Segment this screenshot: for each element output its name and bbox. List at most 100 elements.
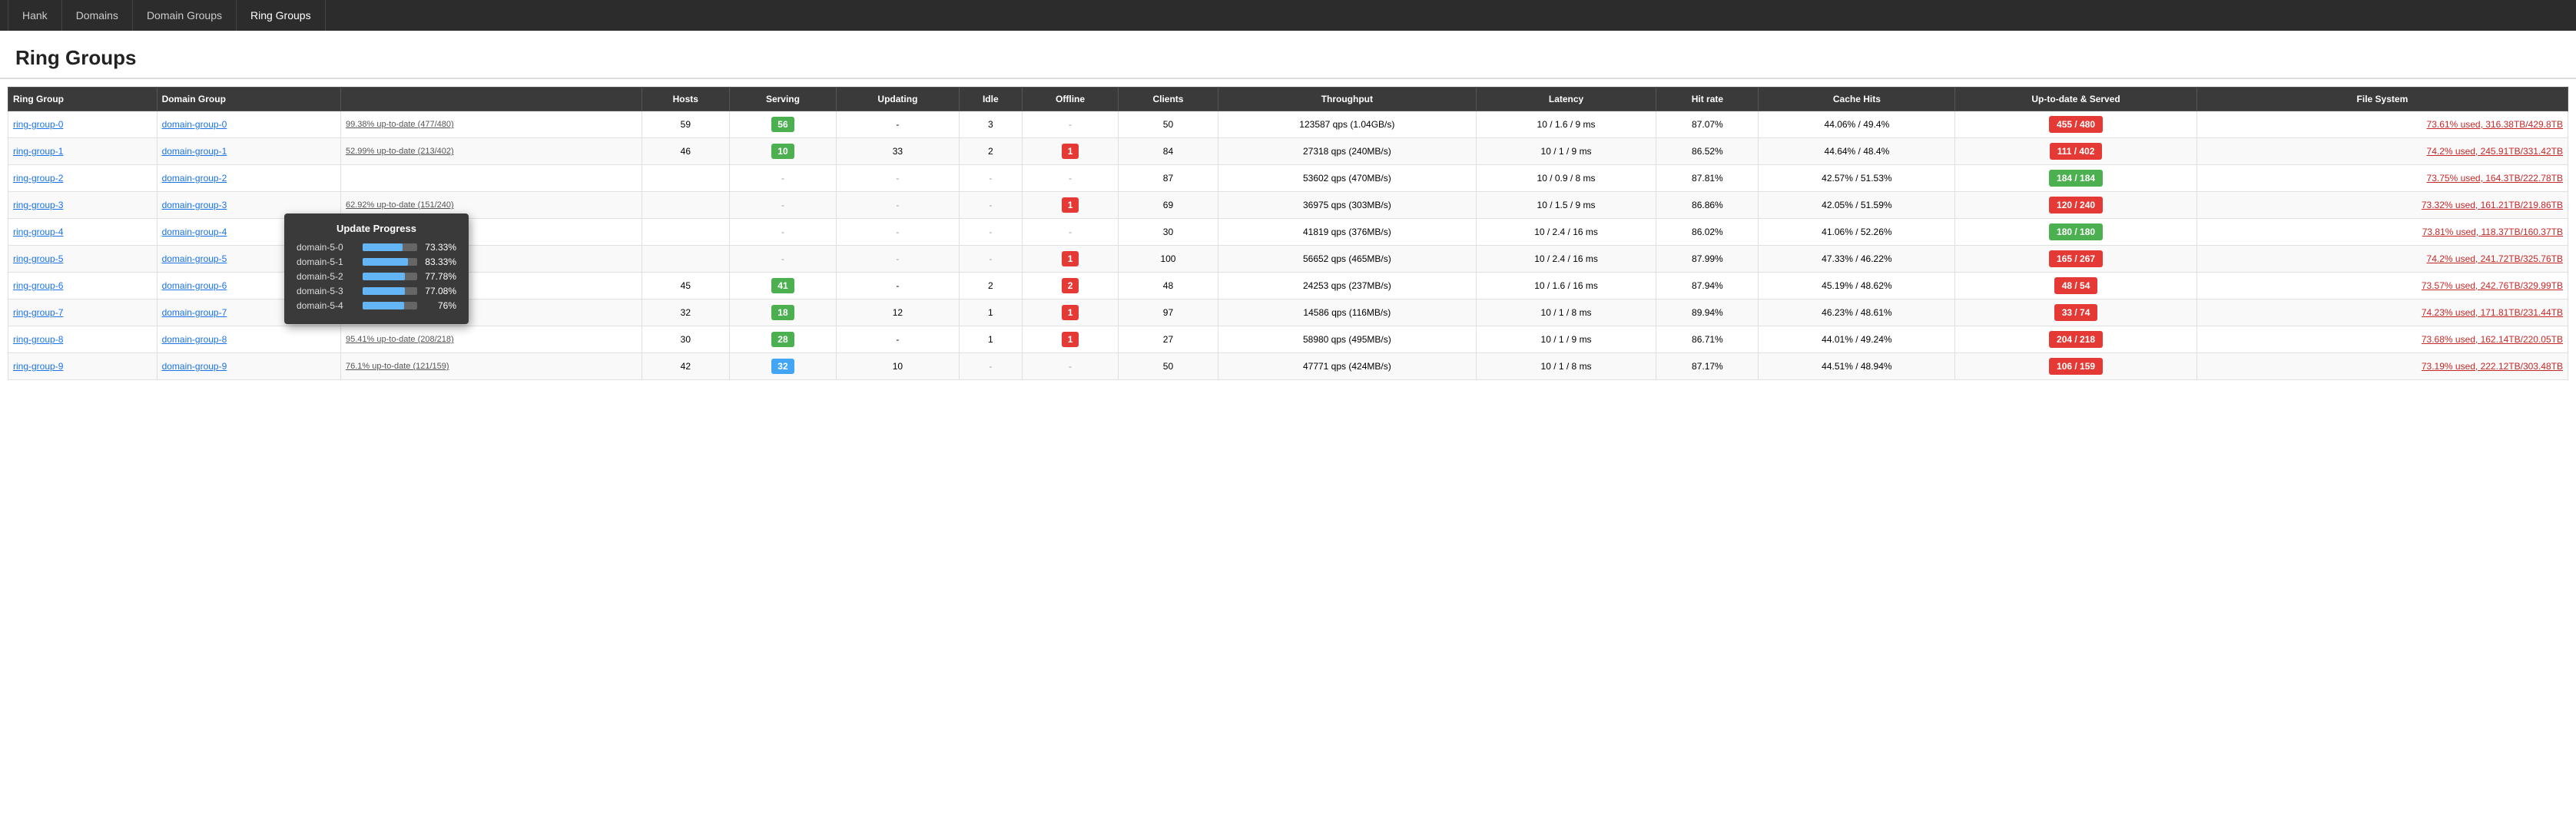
cell-idle: 2 bbox=[959, 138, 1023, 165]
cell-uptodate-val: 106 / 159 bbox=[1955, 353, 2197, 380]
cell-hosts: 32 bbox=[642, 299, 730, 326]
cell-uptodate-val: 180 / 180 bbox=[1955, 219, 2197, 246]
cell-uptodate-val: 184 / 184 bbox=[1955, 165, 2197, 192]
cell-throughput: 14586 qps (116MB/s) bbox=[1218, 299, 1476, 326]
cell-clients: 30 bbox=[1119, 219, 1218, 246]
serving-badge: 18 bbox=[771, 305, 794, 320]
tooltip-pct-label: 83.33% bbox=[422, 256, 456, 267]
domain-group-link[interactable]: domain-group-3 bbox=[162, 200, 227, 210]
tooltip-pct-label: 76% bbox=[422, 300, 456, 311]
cell-serving: 10 bbox=[729, 138, 837, 165]
cell-uptodate-val: 455 / 480 bbox=[1955, 111, 2197, 138]
col-domain-group: Domain Group bbox=[157, 88, 340, 111]
tooltip-domain-label: domain-5-1 bbox=[297, 256, 358, 267]
domain-group-link[interactable]: domain-group-8 bbox=[162, 334, 227, 345]
cell-filesystem: 73.81% used, 118.37TB/160.37TB bbox=[2196, 219, 2568, 246]
cell-clients: 97 bbox=[1119, 299, 1218, 326]
cell-hitrate: 87.81% bbox=[1656, 165, 1759, 192]
cell-ring-group: ring-group-4 bbox=[8, 219, 157, 246]
cell-throughput: 123587 qps (1.04GB/s) bbox=[1218, 111, 1476, 138]
ring-group-link[interactable]: ring-group-6 bbox=[13, 280, 63, 291]
col-hitrate: Hit rate bbox=[1656, 88, 1759, 111]
cell-throughput: 47771 qps (424MB/s) bbox=[1218, 353, 1476, 380]
domain-group-link[interactable]: domain-group-6 bbox=[162, 280, 227, 291]
uptodate-badge: 455 / 480 bbox=[2049, 116, 2103, 133]
ring-group-link[interactable]: ring-group-7 bbox=[13, 307, 63, 318]
nav-item-ring-groups[interactable]: Ring Groups bbox=[237, 0, 326, 31]
cell-hosts: 45 bbox=[642, 273, 730, 299]
cell-uptodate-val: 204 / 218 bbox=[1955, 326, 2197, 353]
domain-group-link[interactable]: domain-group-5 bbox=[162, 253, 227, 264]
cell-serving: - bbox=[729, 219, 837, 246]
domain-group-link[interactable]: domain-group-1 bbox=[162, 146, 227, 157]
tooltip-rows: domain-5-0 73.33% domain-5-1 83.33% doma… bbox=[297, 242, 456, 311]
cell-latency: 10 / 1 / 9 ms bbox=[1476, 326, 1656, 353]
ring-group-link[interactable]: ring-group-3 bbox=[13, 200, 63, 210]
ring-group-link[interactable]: ring-group-0 bbox=[13, 119, 63, 130]
cell-serving: 28 bbox=[729, 326, 837, 353]
cell-offline: - bbox=[1023, 219, 1119, 246]
cell-domain-group: domain-group-9 bbox=[157, 353, 340, 380]
offline-badge: 1 bbox=[1062, 144, 1079, 159]
cell-ring-group: ring-group-1 bbox=[8, 138, 157, 165]
cell-uptodate-text: 52.99% up-to-date (213/402) bbox=[341, 138, 642, 165]
cell-serving: - bbox=[729, 165, 837, 192]
cell-throughput: 53602 qps (470MB/s) bbox=[1218, 165, 1476, 192]
cell-idle: - bbox=[959, 353, 1023, 380]
cell-throughput: 41819 qps (376MB/s) bbox=[1218, 219, 1476, 246]
cell-filesystem: 73.75% used, 164.3TB/222.78TB bbox=[2196, 165, 2568, 192]
cell-hitrate: 86.02% bbox=[1656, 219, 1759, 246]
col-uptodate: Up-to-date & Served bbox=[1955, 88, 2197, 111]
cell-ring-group: ring-group-9 bbox=[8, 353, 157, 380]
table-row: ring-group-2 domain-group-2 - - - - 87 5… bbox=[8, 165, 2568, 192]
ring-group-link[interactable]: ring-group-5 bbox=[13, 253, 63, 264]
col-offline: Offline bbox=[1023, 88, 1119, 111]
ring-group-link[interactable]: ring-group-9 bbox=[13, 361, 63, 372]
cell-idle: - bbox=[959, 192, 1023, 219]
domain-group-link[interactable]: domain-group-4 bbox=[162, 227, 227, 237]
cell-idle: - bbox=[959, 165, 1023, 192]
cell-serving: 18 bbox=[729, 299, 837, 326]
cell-clients: 50 bbox=[1119, 353, 1218, 380]
nav-item-domain-groups[interactable]: Domain Groups bbox=[133, 0, 237, 31]
cell-latency: 10 / 2.4 / 16 ms bbox=[1476, 246, 1656, 273]
nav-item-hank[interactable]: Hank bbox=[8, 0, 62, 31]
cell-updating: - bbox=[837, 326, 959, 353]
tooltip-bar-fill bbox=[363, 287, 405, 295]
cell-idle: - bbox=[959, 246, 1023, 273]
cell-latency: 10 / 1.6 / 16 ms bbox=[1476, 273, 1656, 299]
tooltip-bar-bg bbox=[363, 273, 417, 280]
ring-group-link[interactable]: ring-group-1 bbox=[13, 146, 63, 157]
domain-group-link[interactable]: domain-group-2 bbox=[162, 173, 227, 184]
cell-ring-group: ring-group-6 bbox=[8, 273, 157, 299]
uptodate-badge: 184 / 184 bbox=[2049, 170, 2103, 187]
cell-updating: - bbox=[837, 246, 959, 273]
cell-uptodate-val: 48 / 54 bbox=[1955, 273, 2197, 299]
domain-group-link[interactable]: domain-group-7 bbox=[162, 307, 227, 318]
cell-hosts bbox=[642, 246, 730, 273]
serving-badge: 10 bbox=[771, 144, 794, 159]
nav-item-domains[interactable]: Domains bbox=[62, 0, 133, 31]
domain-group-link[interactable]: domain-group-9 bbox=[162, 361, 227, 372]
cell-offline: - bbox=[1023, 111, 1119, 138]
domain-group-link[interactable]: domain-group-0 bbox=[162, 119, 227, 130]
cell-clients: 100 bbox=[1119, 246, 1218, 273]
tooltip-bar-fill bbox=[363, 302, 404, 309]
uptodate-badge: 48 / 54 bbox=[2054, 277, 2098, 294]
cell-cache-hits: 42.05% / 51.59% bbox=[1759, 192, 1955, 219]
cell-filesystem: 73.19% used, 222.12TB/303.48TB bbox=[2196, 353, 2568, 380]
cell-domain-group: domain-group-1 bbox=[157, 138, 340, 165]
ring-group-link[interactable]: ring-group-2 bbox=[13, 173, 63, 184]
ring-group-link[interactable]: ring-group-4 bbox=[13, 227, 63, 237]
offline-badge: 2 bbox=[1062, 278, 1079, 293]
tooltip-bar-bg bbox=[363, 302, 417, 309]
cell-ring-group: ring-group-2 bbox=[8, 165, 157, 192]
cell-updating: - bbox=[837, 111, 959, 138]
offline-badge: 1 bbox=[1062, 332, 1079, 347]
serving-badge: 56 bbox=[771, 117, 794, 132]
cell-uptodate-val: 111 / 402 bbox=[1955, 138, 2197, 165]
page-title: Ring Groups bbox=[0, 31, 2576, 79]
cell-filesystem: 74.2% used, 241.72TB/325.76TB bbox=[2196, 246, 2568, 273]
ring-group-link[interactable]: ring-group-8 bbox=[13, 334, 63, 345]
cell-cache-hits: 44.01% / 49.24% bbox=[1759, 326, 1955, 353]
